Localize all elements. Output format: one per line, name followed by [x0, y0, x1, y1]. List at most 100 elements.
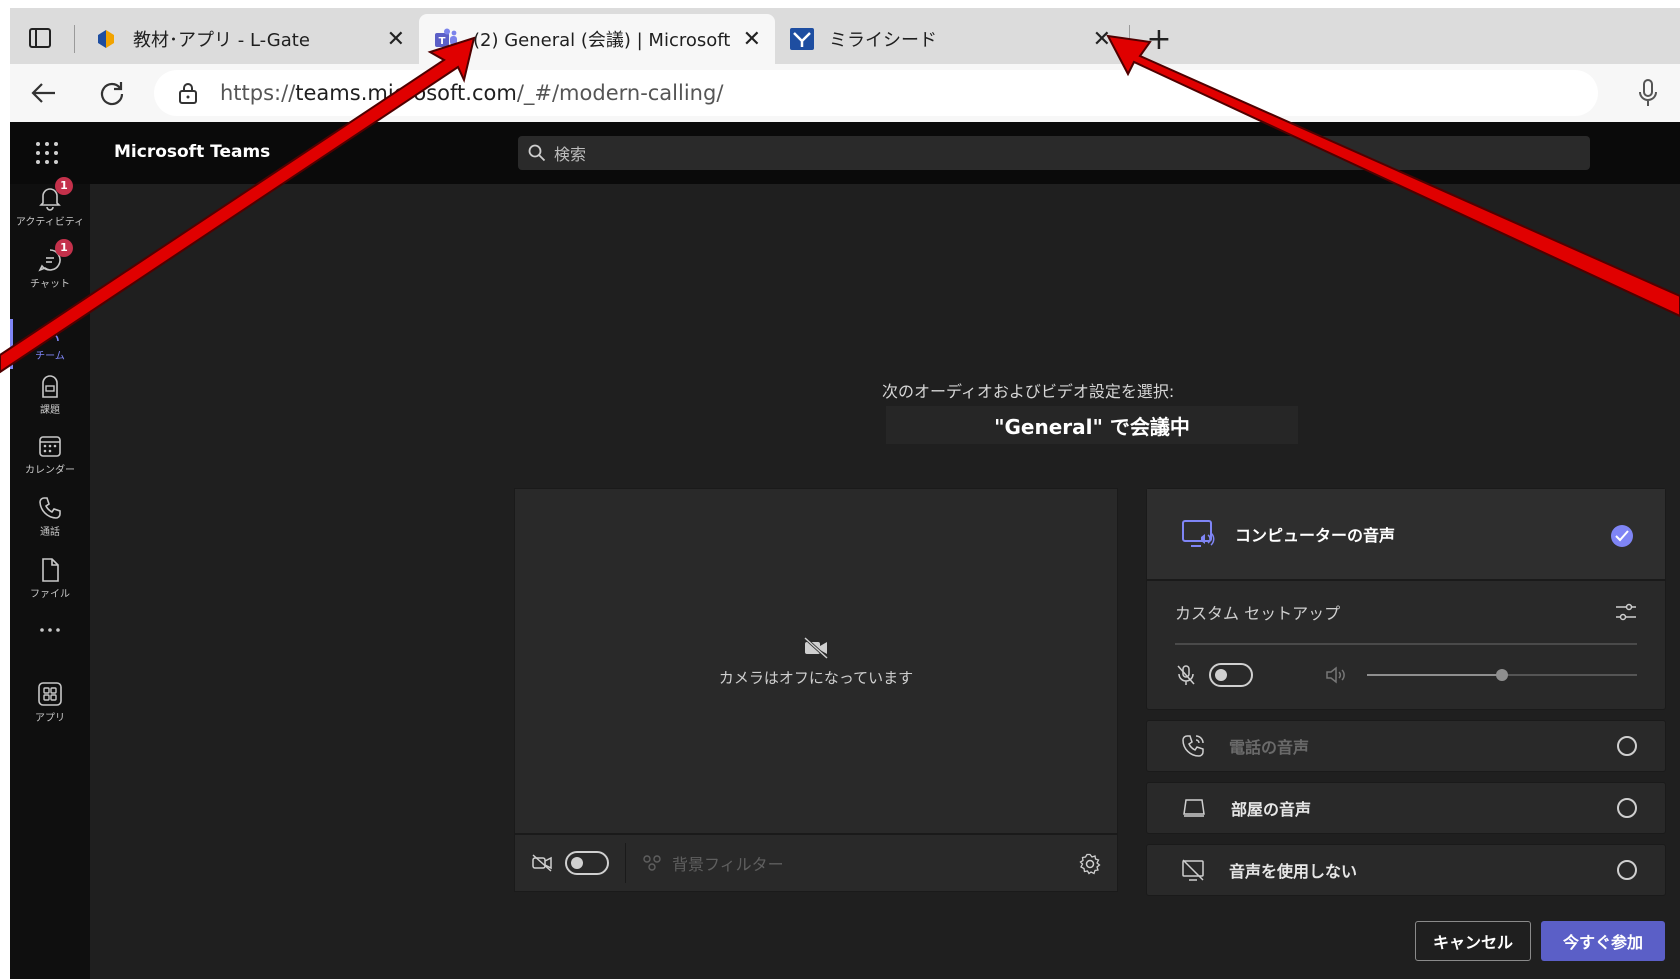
gear-icon[interactable] — [1079, 853, 1101, 875]
search-icon — [528, 144, 546, 162]
rail-label: 課題 — [40, 404, 60, 416]
rail-item-teams[interactable]: チーム — [10, 310, 90, 370]
app-title: Microsoft Teams — [114, 142, 271, 162]
rail-item-assignments[interactable]: 課題 — [10, 364, 90, 424]
url-host: teams.microsoft.com — [295, 81, 517, 105]
background-filter-icon — [643, 855, 661, 871]
no-audio-option[interactable]: 音声を使用しない — [1146, 844, 1666, 896]
reload-icon — [100, 82, 124, 106]
no-audio-label: 音声を使用しない — [1229, 862, 1358, 881]
tab-label: ミライシード — [829, 30, 937, 51]
mic-toggle[interactable] — [1209, 663, 1253, 687]
rail-label: カレンダー — [25, 464, 75, 476]
left-rail: 1 アクティビティ 1 チャット チーム 課題 カレンダー 通話 ファイル アプ… — [10, 176, 90, 979]
radio-button[interactable] — [1617, 860, 1637, 880]
rail-item-more[interactable] — [10, 600, 90, 660]
new-tab-button[interactable]: + — [1134, 14, 1184, 64]
phone-icon — [39, 496, 61, 519]
computer-audio-option[interactable]: コンピューターの音声 カスタム セットアップ — [1146, 488, 1666, 710]
phone-audio-label: 電話の音声 — [1229, 738, 1310, 757]
search-input[interactable]: 検索 — [518, 136, 1590, 170]
url-field[interactable]: https://teams.microsoft.com/_#/modern-ca… — [154, 70, 1598, 116]
camera-off-label: カメラはオフになっています — [718, 668, 914, 687]
room-audio-icon — [1183, 799, 1205, 817]
camera-off-icon — [532, 854, 552, 872]
microphone-icon — [1639, 79, 1657, 106]
tab-strip: 教材･アプリ - L-Gate ✕ T (2) General (会議) | M… — [10, 8, 1680, 64]
assignments-icon — [42, 374, 58, 398]
background-filter-button[interactable]: 背景フィルター — [642, 851, 784, 875]
cancel-button[interactable]: キャンセル — [1415, 921, 1531, 961]
teams-header: Microsoft Teams 検索 — [10, 122, 1680, 184]
phone-audio-icon — [1182, 735, 1204, 757]
rail-item-calls[interactable]: 通話 — [10, 486, 90, 546]
reload-button[interactable] — [78, 64, 146, 122]
rail-label: チャット — [30, 278, 70, 290]
slider-knob[interactable] — [1496, 669, 1508, 681]
teams-icon: T — [433, 26, 459, 52]
custom-setup-row[interactable]: カスタム セットアップ — [1175, 581, 1637, 645]
close-icon[interactable]: ✕ — [1093, 27, 1111, 52]
divider — [625, 843, 626, 883]
tab-lgate[interactable]: 教材･アプリ - L-Gate ✕ — [79, 14, 419, 64]
prejoin-prompt: 次のオーディオおよびビデオ設定を選択: — [882, 382, 1175, 401]
tab-separator — [1129, 25, 1130, 53]
video-controls: 背景フィルター — [515, 833, 1117, 891]
rail-label: チーム — [35, 350, 65, 362]
apps-icon — [38, 681, 62, 706]
search-placeholder: 検索 — [554, 145, 587, 164]
rail-item-files[interactable]: ファイル — [10, 548, 90, 608]
tab-separator — [74, 25, 75, 53]
radio-button[interactable] — [1617, 798, 1637, 818]
calendar-icon — [39, 435, 61, 457]
close-icon[interactable]: ✕ — [387, 27, 405, 52]
tab-label: (2) General (会議) | Microsoft Tea — [473, 30, 733, 51]
tab-miraiseed[interactable]: ミライシード ✕ — [775, 14, 1125, 64]
camera-toggle[interactable] — [565, 851, 609, 875]
radio-button[interactable] — [1617, 736, 1637, 756]
room-audio-option[interactable]: 部屋の音声 — [1146, 782, 1666, 834]
rail-label: アクティビティ — [15, 216, 85, 228]
rail-label: アプリ — [35, 712, 65, 724]
rail-item-chat[interactable]: 1 チャット — [10, 238, 90, 298]
url-path: /_#/modern-calling/ — [516, 81, 724, 105]
meeting-title: "General" で会議中 — [886, 406, 1298, 444]
back-arrow-icon — [31, 83, 55, 103]
file-icon — [42, 557, 59, 582]
rail-item-calendar[interactable]: カレンダー — [10, 424, 90, 484]
rail-label: 通話 — [40, 526, 60, 538]
sliders-settings-icon[interactable] — [1615, 602, 1637, 622]
room-audio-label: 部屋の音声 — [1231, 800, 1312, 819]
lock-icon — [179, 83, 197, 104]
close-icon[interactable]: ✕ — [743, 27, 761, 52]
speaker-volume-slider[interactable] — [1367, 669, 1637, 681]
rail-item-activity[interactable]: 1 アクティビティ — [10, 176, 90, 236]
teams-group-icon — [41, 321, 59, 341]
rail-label: ファイル — [30, 588, 70, 600]
audio-options-panel: コンピューターの音声 カスタム セットアップ 電話の音声 部屋の音声 音声を使用… — [1146, 488, 1666, 896]
join-now-button[interactable]: 今すぐ参加 — [1541, 921, 1665, 961]
tab-actions-button[interactable] — [10, 12, 70, 64]
back-button[interactable] — [10, 64, 78, 122]
video-preview: カメラはオフになっています — [515, 489, 1117, 835]
notification-badge: 1 — [55, 176, 73, 195]
computer-audio-label: コンピューターの音声 — [1235, 526, 1396, 545]
notification-badge: 1 — [55, 238, 73, 257]
miraiseed-icon — [789, 26, 815, 52]
custom-setup-label: カスタム セットアップ — [1175, 604, 1341, 623]
app-launcher-icon[interactable] — [34, 140, 60, 166]
rail-item-apps[interactable]: アプリ — [10, 672, 90, 732]
address-bar: https://teams.microsoft.com/_#/modern-ca… — [10, 64, 1680, 122]
tab-teams[interactable]: T (2) General (会議) | Microsoft Tea ✕ — [419, 14, 775, 64]
voice-search-button[interactable] — [1628, 73, 1668, 113]
url-scheme: https:// — [220, 81, 296, 105]
selected-check-icon — [1611, 525, 1633, 547]
more-icon — [40, 628, 60, 632]
video-preview-panel: カメラはオフになっています 背景フィルター — [514, 488, 1118, 892]
phone-audio-option[interactable]: 電話の音声 — [1146, 720, 1666, 772]
tab-actions-icon — [29, 28, 51, 48]
camera-off-icon — [803, 636, 829, 659]
computer-audio-icon — [1182, 520, 1215, 547]
svg-text:T: T — [439, 36, 446, 47]
no-audio-icon — [1182, 859, 1204, 881]
